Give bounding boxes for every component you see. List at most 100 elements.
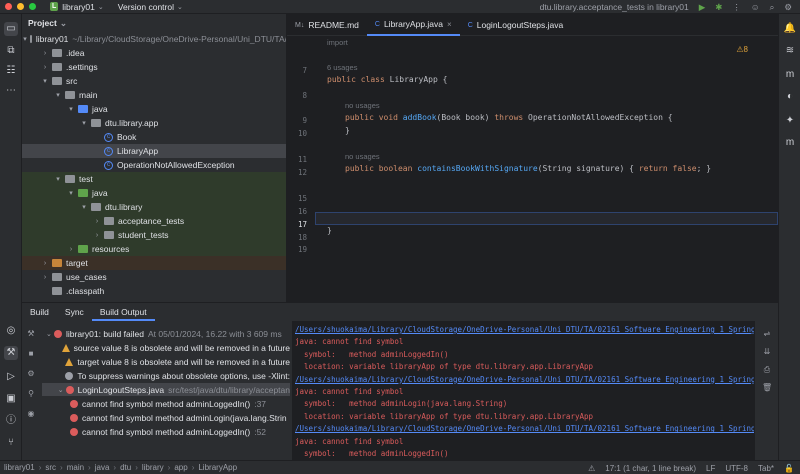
stop-icon[interactable]: ■ (26, 349, 36, 359)
output-file-link[interactable]: /Users/shuokaima/Library/CloudStorage/On… (295, 325, 754, 334)
structure-icon[interactable]: ☷ (4, 64, 18, 78)
build-tab[interactable]: Sync (57, 303, 92, 321)
usages-hint[interactable]: no usages (345, 152, 380, 161)
file-encoding[interactable]: UTF-8 (725, 464, 748, 473)
scroll-end-icon[interactable]: ⇊ (762, 347, 772, 357)
notifications-icon[interactable]: 🔔 (783, 22, 797, 36)
minimize-window-button[interactable] (17, 3, 24, 10)
markdown-icon[interactable]: m (783, 136, 797, 150)
collab-icon[interactable]: ☺ (751, 2, 760, 12)
expand-arrow-icon[interactable]: ▾ (41, 77, 49, 85)
breadcrumb-item[interactable]: src (45, 463, 56, 472)
tree-item[interactable]: .classpath (22, 284, 286, 298)
database-icon[interactable]: ≋ (783, 44, 797, 58)
breadcrumb-item[interactable]: java (95, 463, 110, 472)
debug-icon[interactable]: ✱ (715, 2, 722, 13)
tree-item[interactable]: › acceptance_tests (22, 214, 286, 228)
line-number[interactable]: 17 (298, 220, 307, 229)
eye-icon[interactable]: ◉ (26, 409, 36, 419)
folder-icon[interactable]: ▭ (4, 22, 18, 36)
tree-item[interactable]: ▾ test (22, 172, 286, 186)
build-tree-row[interactable]: cannot find symbol method adminLoggedIn(… (42, 425, 290, 438)
zoom-window-button[interactable] (29, 3, 36, 10)
tree-item[interactable]: ▾ src (22, 74, 286, 88)
tree-item[interactable]: c Book (22, 130, 286, 144)
editor-tab[interactable]: C LibraryApp.java × (366, 14, 460, 36)
build-tree-row[interactable]: cannot find symbol method adminLoggedIn(… (42, 397, 290, 410)
lock-icon[interactable]: 🔓 (784, 464, 794, 473)
run-icon[interactable]: ▶ (699, 2, 706, 13)
build-tree-row[interactable]: ⌄ LoginLogoutSteps.java src/test/java/dtu/… (42, 383, 290, 396)
caret-position[interactable]: 17:1 (1 char, 1 line break) (605, 464, 696, 473)
build-tree-row[interactable]: ⌄ library01: build failed At 05/01/2024, 1… (42, 327, 290, 340)
code-line-12[interactable]: public boolean containsBookWithSignature… (345, 164, 711, 173)
build-tree-row[interactable]: target value 8 is obsolete and will be r… (42, 355, 290, 368)
expand-arrow-icon[interactable]: ▾ (80, 119, 88, 127)
line-number[interactable]: 18 (298, 233, 307, 242)
print-icon[interactable]: ⎙ (762, 365, 772, 375)
line-number[interactable]: 10 (298, 129, 307, 138)
gear-icon[interactable]: ⚙ (784, 2, 792, 13)
build-tree-row[interactable]: cannot find symbol method adminLogin(jav… (42, 411, 290, 424)
line-separator[interactable]: LF (706, 464, 715, 473)
project-panel-header[interactable]: Project ⌄ (22, 14, 286, 32)
soft-wrap-icon[interactable]: ⇌ (762, 329, 772, 339)
expand-arrow-icon[interactable]: › (41, 274, 49, 281)
expand-arrow-icon[interactable]: ▾ (67, 189, 75, 197)
problems-icon[interactable]: ⓘ (4, 414, 18, 428)
build-tree-row[interactable]: To suppress warnings about obsolete opti… (42, 369, 290, 382)
tree-item[interactable]: › target (22, 256, 286, 270)
run-config-selector[interactable]: dtu.library.acceptance_tests in library0… (540, 2, 689, 12)
expand-arrow-icon[interactable]: ▾ (54, 91, 62, 99)
tree-item[interactable]: ▾ dtu.library.app (22, 116, 286, 130)
tree-item[interactable]: › .settings (22, 60, 286, 74)
services-icon[interactable]: ◎ (4, 324, 18, 338)
line-number[interactable]: 9 (302, 116, 307, 125)
import-fragment[interactable]: import (327, 38, 348, 47)
build-tree-row[interactable]: source value 8 is obsolete and will be r… (42, 341, 290, 354)
breadcrumb-item[interactable]: LibraryApp (198, 463, 237, 472)
warning-icon[interactable]: ⚠ (588, 464, 595, 473)
tree-item[interactable]: ▾ java (22, 186, 286, 200)
hammer-icon[interactable]: ⚒ (26, 329, 36, 339)
tree-item[interactable]: › .idea (22, 46, 286, 60)
tree-item[interactable]: › student_tests (22, 228, 286, 242)
line-number[interactable]: 15 (298, 194, 307, 203)
tree-item[interactable]: › resources (22, 242, 286, 256)
line-number[interactable]: 7 (302, 66, 307, 75)
editor-tab[interactable]: C LoginLogoutSteps.java (460, 14, 572, 36)
breadcrumb-item[interactable]: dtu (120, 463, 131, 472)
build-tab[interactable]: Build (22, 303, 57, 321)
filter-icon[interactable]: ⚲ (26, 389, 36, 399)
build-tab[interactable]: Build Output (91, 303, 155, 321)
ai-assistant-icon[interactable]: ✦ (783, 114, 797, 128)
run-tool-icon[interactable]: ▷ (4, 370, 18, 384)
indent-setting[interactable]: Tab* (758, 464, 774, 473)
settings-icon[interactable]: ⚙ (26, 369, 36, 379)
usages-hint[interactable]: 6 usages (327, 63, 357, 72)
tree-item[interactable]: › use_cases (22, 270, 286, 284)
tree-item[interactable]: ▾ library01 ~/Library/CloudStorage/OneDriv… (22, 32, 286, 46)
git-icon[interactable]: ⑂ (4, 436, 18, 450)
warnings-indicator[interactable]: ⚠8 (736, 45, 748, 54)
breadcrumb-item[interactable]: app (174, 463, 187, 472)
code-line-9[interactable]: public void addBook(Book book) throws Op… (345, 113, 673, 122)
gradle-icon[interactable]: ◐ (783, 90, 797, 104)
code-line-10[interactable]: } (345, 126, 350, 135)
line-number[interactable]: 12 (298, 168, 307, 177)
expand-arrow-icon[interactable]: › (41, 50, 49, 57)
breadcrumb-item[interactable]: library (142, 463, 164, 472)
output-file-link[interactable]: /Users/shuokaima/Library/CloudStorage/On… (295, 375, 754, 384)
terminal-icon[interactable]: ▣ (4, 392, 18, 406)
more-icon[interactable]: ⋯ (4, 84, 18, 98)
tree-item[interactable]: c LibraryApp (22, 144, 286, 158)
close-icon[interactable]: × (447, 20, 452, 29)
expand-arrow-icon[interactable]: › (41, 64, 49, 71)
close-window-button[interactable] (5, 3, 12, 10)
line-number[interactable]: 16 (298, 207, 307, 216)
expand-arrow-icon[interactable]: › (41, 260, 49, 267)
commit-icon[interactable]: ⧉ (4, 44, 18, 58)
tree-item[interactable]: ▾ main (22, 88, 286, 102)
line-number[interactable]: 19 (298, 245, 307, 254)
code-line-18[interactable]: } (327, 226, 332, 235)
